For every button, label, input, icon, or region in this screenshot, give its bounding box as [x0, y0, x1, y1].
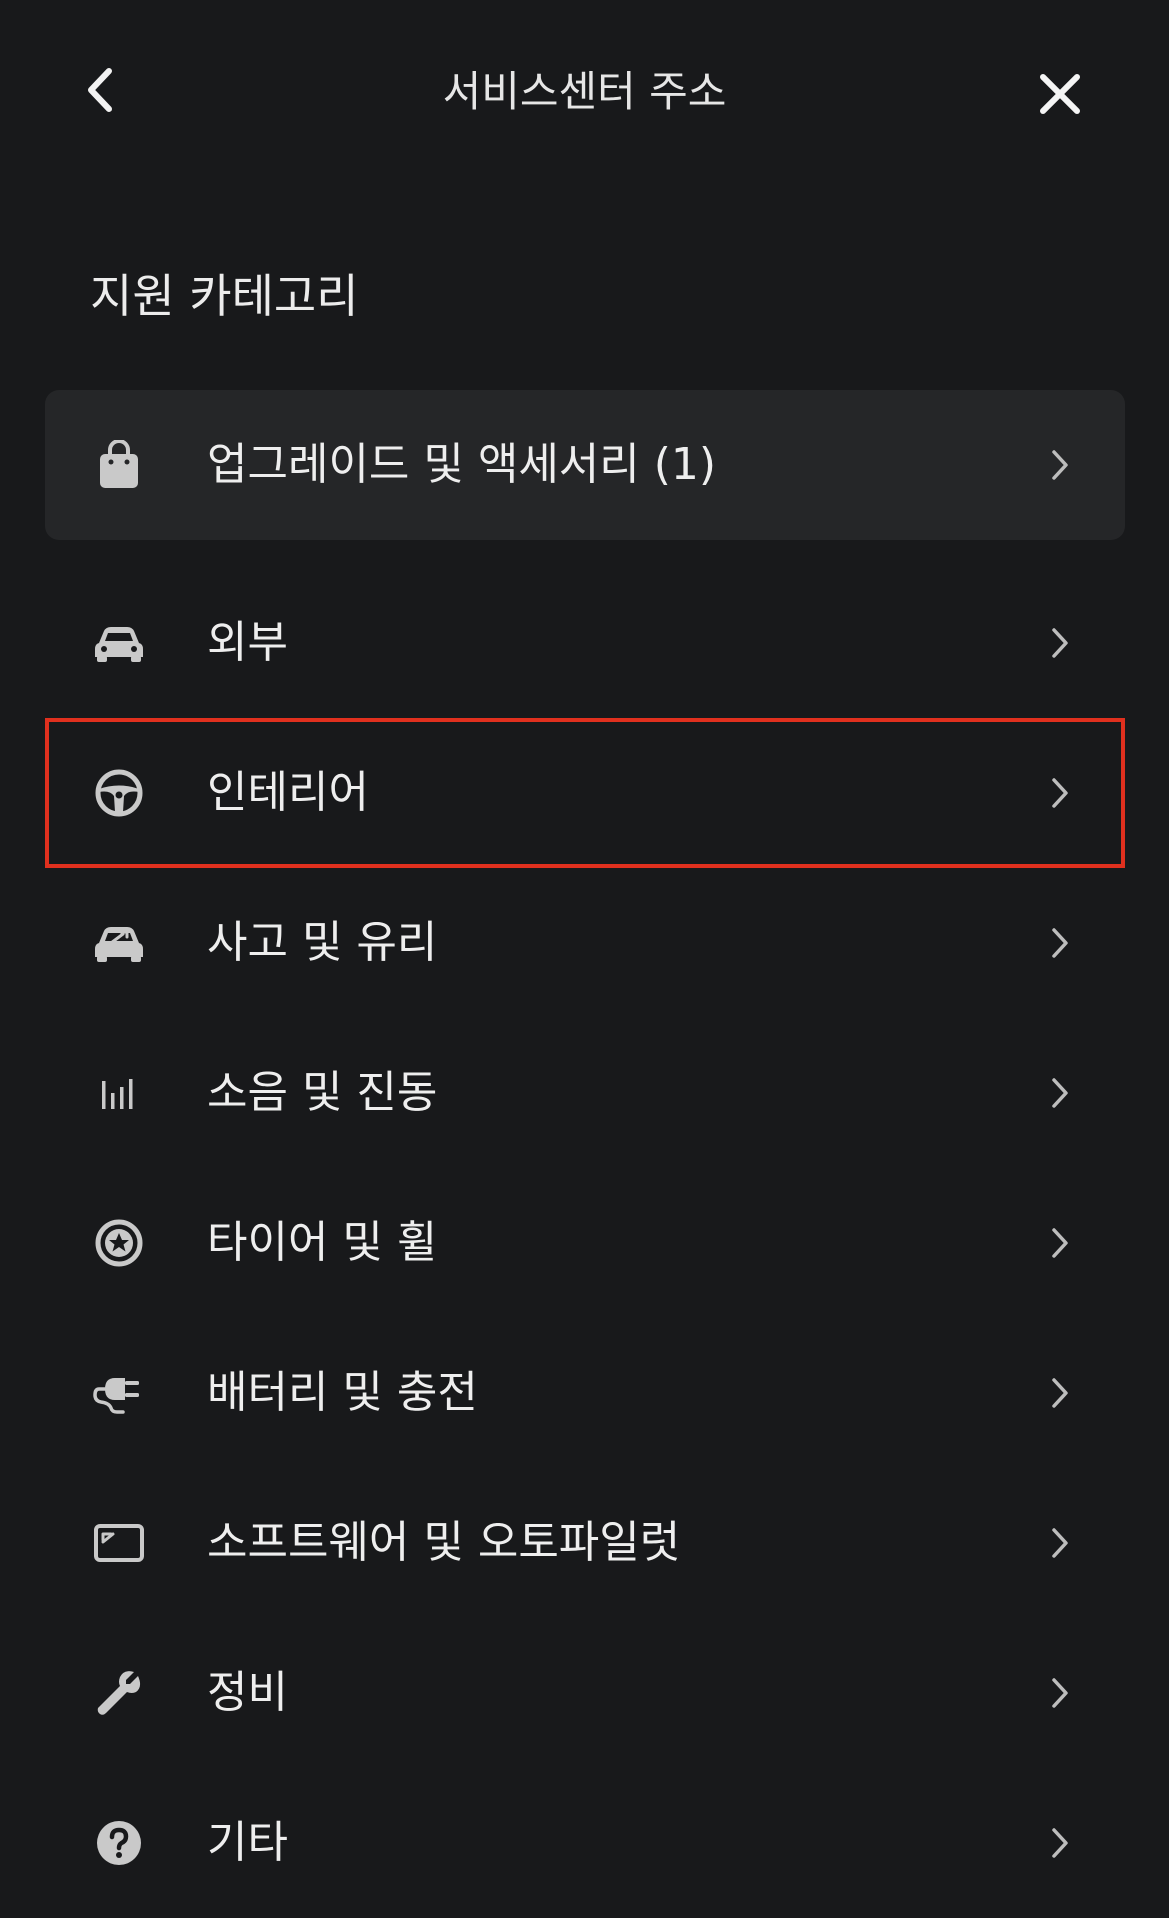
- category-label: 사고 및 유리: [207, 917, 438, 968]
- category-label: 외부: [207, 617, 288, 668]
- sound-bars-icon: [91, 1065, 147, 1121]
- top-bar: 서비스센터 주소: [0, 0, 1169, 190]
- category-item-software-autopilot[interactable]: 소프트웨어 및 오토파일럿: [45, 1468, 1125, 1618]
- chevron-right-icon: [1045, 1673, 1075, 1713]
- category-list: 업그레이드 및 액세서리 (1) 외부 인테리어 사고 및 유리 소음 및 진동…: [45, 390, 1125, 1918]
- chevron-right-icon: [1045, 445, 1075, 485]
- car-icon: [91, 615, 147, 671]
- charging-plug-icon: [91, 1365, 147, 1421]
- wrench-icon: [91, 1665, 147, 1721]
- category-item-interior[interactable]: 인테리어: [45, 718, 1125, 868]
- chevron-right-icon: [1045, 1223, 1075, 1263]
- chevron-right-icon: [1045, 1523, 1075, 1563]
- category-item-upgrades[interactable]: 업그레이드 및 액세서리 (1): [45, 390, 1125, 540]
- chevron-right-icon: [1045, 1823, 1075, 1863]
- close-icon: [1040, 74, 1080, 114]
- chevron-right-icon: [1045, 1073, 1075, 1113]
- category-item-noise-vibration[interactable]: 소음 및 진동: [45, 1018, 1125, 1168]
- page-title: 서비스센터 주소: [442, 67, 727, 116]
- category-item-accident-glass[interactable]: 사고 및 유리: [45, 868, 1125, 1018]
- shopping-bag-icon: [91, 437, 147, 493]
- category-label: 타이어 및 휠: [207, 1217, 438, 1268]
- category-label: 기타: [207, 1817, 288, 1868]
- category-item-tires-wheels[interactable]: 타이어 및 휠: [45, 1168, 1125, 1318]
- chevron-right-icon: [1045, 623, 1075, 663]
- chevron-right-icon: [1045, 923, 1075, 963]
- category-label: 업그레이드 및 액세서리 (1): [207, 439, 717, 490]
- category-item-other[interactable]: 기타: [45, 1768, 1125, 1918]
- category-item-maintenance[interactable]: 정비: [45, 1618, 1125, 1768]
- car-repair-icon: [91, 915, 147, 971]
- wheel-icon: [91, 1215, 147, 1271]
- category-item-exterior[interactable]: 외부: [45, 568, 1125, 718]
- close-button[interactable]: [1030, 64, 1090, 124]
- screen-icon: [91, 1515, 147, 1571]
- category-label: 배터리 및 충전: [207, 1367, 478, 1418]
- category-item-battery-charging[interactable]: 배터리 및 충전: [45, 1318, 1125, 1468]
- category-label: 인테리어: [207, 767, 369, 818]
- chevron-right-icon: [1045, 773, 1075, 813]
- chevron-right-icon: [1045, 1373, 1075, 1413]
- section-title: 지원 카테고리: [90, 269, 359, 323]
- steering-wheel-icon: [91, 765, 147, 821]
- category-label: 소프트웨어 및 오토파일럿: [207, 1517, 681, 1568]
- category-label: 정비: [207, 1667, 288, 1718]
- category-label: 소음 및 진동: [207, 1067, 438, 1118]
- question-icon: [91, 1815, 147, 1871]
